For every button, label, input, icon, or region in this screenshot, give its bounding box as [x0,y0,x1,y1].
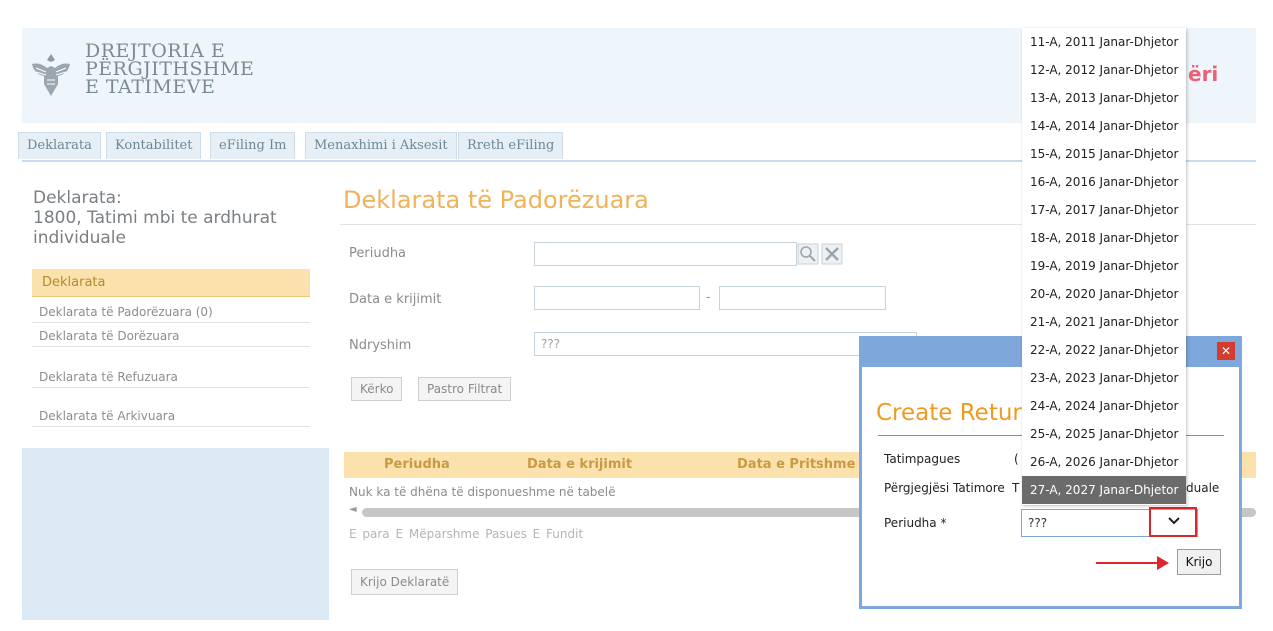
header-right-text: ëri [1188,62,1219,86]
scroll-left-arrow-icon[interactable]: ◄ [349,504,357,515]
taxpayer-label: Tatimpagues [884,452,961,466]
creation-date-label: Data e krijimit [349,292,442,307]
dropdown-option[interactable]: 19-A, 2019 Janar-Dhjetor [1022,252,1186,280]
dropdown-option[interactable]: 24-A, 2024 Janar-Dhjetor [1022,392,1186,420]
dropdown-option[interactable]: 14-A, 2014 Janar-Dhjetor [1022,112,1186,140]
taxpayer-value: ( [1014,452,1019,466]
dropdown-option[interactable]: 11-A, 2011 Janar-Dhjetor [1022,28,1186,56]
dialog-title: Create Retur [876,400,1022,426]
declaration-title: Deklarata: 1800, Tatimi mbi te ardhurat … [33,188,323,248]
organization-logo-text: DREJTORIA E PËRGJITHSHME E TATIMEVE [85,42,254,98]
tab-efiling-im[interactable]: eFiling Im [210,132,296,159]
clear-filters-button[interactable]: Pastro Filtrat [418,377,512,401]
tax-responsibility-value-end: duale [1186,481,1220,495]
annotation-arrow [1096,562,1158,564]
declaration-title-line-3: individuale [33,228,126,248]
declaration-title-line-2: 1800, Tatimi mbi te ardhurat [33,208,277,228]
pager-last[interactable]: E Fundit [533,527,584,541]
date-range-dash: - [706,290,711,305]
search-lookup-icon[interactable] [797,243,819,265]
chevron-down-icon[interactable] [1168,516,1180,526]
sidebar-section-header: Deklarata [32,269,310,297]
tab-rreth-efiling[interactable]: Rreth eFiling [458,132,564,159]
dropdown-option[interactable]: 15-A, 2015 Janar-Dhjetor [1022,140,1186,168]
annotation-arrow-head-icon [1157,556,1169,570]
period-filter-input[interactable] [534,242,797,266]
dropdown-option[interactable]: 13-A, 2013 Janar-Dhjetor [1022,84,1186,112]
pager-previous[interactable]: E Mëparshme [395,527,479,541]
tab-deklarata[interactable]: Deklarata [18,132,101,159]
page-title: Deklarata të Padorëzuara [343,186,649,214]
creation-date-to-input[interactable] [719,286,886,310]
dropdown-option[interactable]: 22-A, 2022 Janar-Dhjetor [1022,336,1186,364]
create-declaration-button[interactable]: Krijo Deklaratë [351,569,459,595]
tax-responsibility-label: Përgjegjësi Tatimore [884,481,1005,495]
dropdown-option[interactable]: 17-A, 2017 Janar-Dhjetor [1022,196,1186,224]
sidebar-background [22,448,329,620]
tab-kontabilitet[interactable]: Kontabilitet [106,132,202,159]
period-filter-label: Periudha [349,246,407,261]
pager-next[interactable]: Pasues [485,527,527,541]
creation-date-from-input[interactable] [534,286,700,310]
sidebar-item-arkivuara[interactable]: Deklarata të Arkivuara [32,405,310,427]
dropdown-option-selected[interactable]: 27-A, 2027 Janar-Dhjetor [1022,476,1186,504]
dropdown-option[interactable]: 16-A, 2016 Janar-Dhjetor [1022,168,1186,196]
sidebar-item-refuzuara[interactable]: Deklarata të Refuzuara [32,366,310,388]
declaration-title-line-1: Deklarata: [33,188,122,208]
dropdown-option[interactable]: 21-A, 2021 Janar-Dhjetor [1022,308,1186,336]
period-dropdown-list: 11-A, 2011 Janar-Dhjetor 12-A, 2012 Jana… [1022,28,1186,505]
dropdown-option[interactable]: 12-A, 2012 Janar-Dhjetor [1022,56,1186,84]
tab-menaxhimi-aksesit[interactable]: Menaxhimi i Aksesit [305,132,457,159]
column-header-periudha[interactable]: Periudha [384,457,450,472]
tax-responsibility-value-start: T [1012,481,1020,495]
dropdown-option[interactable]: 18-A, 2018 Janar-Dhjetor [1022,224,1186,252]
change-filter-label: Ndryshim [349,338,412,353]
period-label: Periudha * [884,516,947,530]
dropdown-option[interactable]: 23-A, 2023 Janar-Dhjetor [1022,364,1186,392]
pager-first[interactable]: E para [349,527,390,541]
eagle-emblem-icon [32,54,70,96]
pagination: E para E Mëparshme Pasues E Fundit [349,527,583,541]
sidebar-item-dorezuara[interactable]: Deklarata të Dorëzuara [32,325,310,347]
column-header-data-pritshme[interactable]: Data e Pritshme e [737,457,869,472]
create-button[interactable]: Krijo [1177,549,1221,575]
clear-icon[interactable] [821,243,843,265]
close-icon[interactable]: ✕ [1217,342,1235,360]
dropdown-option[interactable]: 26-A, 2026 Janar-Dhjetor [1022,448,1186,476]
logo-line-3: E TATIMEVE [85,76,216,98]
dropdown-option[interactable]: 20-A, 2020 Janar-Dhjetor [1022,280,1186,308]
search-button[interactable]: Kërko [351,377,403,401]
sidebar-item-padorezuara[interactable]: Deklarata të Padorëzuara (0) [32,301,310,323]
table-empty-message: Nuk ka të dhëna të disponueshme në tabel… [349,485,616,499]
dropdown-option[interactable]: 25-A, 2025 Janar-Dhjetor [1022,420,1186,448]
column-header-data-krijimit[interactable]: Data e krijimit [527,457,632,472]
